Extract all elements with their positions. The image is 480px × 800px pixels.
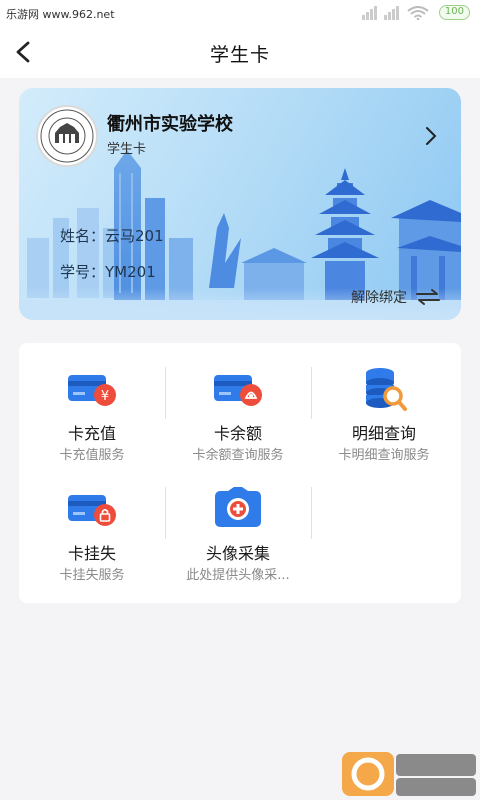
detail-query-icon bbox=[366, 368, 407, 411]
service-subtitle: 卡充值服务 bbox=[59, 448, 125, 463]
swap-arrows-icon bbox=[416, 289, 440, 305]
name-label: 姓名： bbox=[60, 227, 106, 245]
card-recharge-icon: ¥ bbox=[68, 375, 116, 406]
service-detail-query[interactable]: 明细查询 卡明细查询服务 bbox=[311, 343, 457, 463]
service-subtitle: 卡挂失服务 bbox=[59, 568, 125, 583]
unbind-label: 解除绑定 bbox=[351, 290, 407, 306]
service-label: 卡挂失 bbox=[67, 544, 116, 563]
top-header: 学生卡 bbox=[0, 26, 480, 78]
service-card-lost[interactable]: 卡挂失 卡挂失服务 bbox=[19, 463, 165, 583]
wifi-icon bbox=[407, 5, 430, 20]
battery-badge: 100 bbox=[438, 5, 470, 20]
signal-icon bbox=[361, 5, 399, 20]
school-emblem-logo bbox=[36, 105, 98, 167]
student-card[interactable]: 衢州市实验学校 学生卡 姓名：云马201 学号：YM201 解除绑定 bbox=[19, 88, 461, 320]
svg-text:¥: ¥ bbox=[101, 389, 109, 404]
service-subtitle: 卡明细查询服务 bbox=[338, 448, 430, 463]
name-value: 云马201 bbox=[105, 227, 164, 245]
service-card-recharge[interactable]: ¥ 卡充值 卡充值服务 bbox=[19, 343, 165, 463]
id-label: 学号： bbox=[60, 263, 106, 281]
service-subtitle: 此处提供头像采... bbox=[186, 568, 290, 583]
page-title: 学生卡 bbox=[209, 44, 270, 66]
services-panel: ¥ 卡充值 卡充值服务 卡余额 卡余额查询服务 明细查询 卡明细查询服务 卡挂失… bbox=[19, 343, 461, 603]
status-bar-text: 乐游网 www.962.net bbox=[6, 8, 115, 21]
service-card-balance[interactable]: 卡余额 卡余额查询服务 bbox=[165, 343, 311, 463]
service-subtitle: 卡余额查询服务 bbox=[192, 448, 284, 463]
service-label: 明细查询 bbox=[351, 424, 416, 443]
student-name-field: 姓名：云马201 bbox=[60, 225, 164, 246]
divider bbox=[311, 487, 312, 539]
student-id-field: 学号：YM201 bbox=[60, 261, 156, 282]
card-balance-icon bbox=[214, 375, 262, 406]
status-bar: 乐游网 www.962.net 100 bbox=[0, 0, 480, 26]
service-label: 头像采集 bbox=[205, 544, 270, 563]
962-watermark-logo bbox=[342, 752, 476, 796]
service-avatar-capture[interactable]: 头像采集 此处提供头像采... bbox=[165, 463, 311, 583]
unbind-button[interactable]: 解除绑定 bbox=[351, 286, 441, 308]
chevron-right-icon[interactable] bbox=[421, 124, 441, 148]
id-value: YM201 bbox=[105, 263, 156, 281]
status-icons: 100 bbox=[361, 5, 470, 21]
camera-icon bbox=[215, 487, 261, 527]
service-label: 卡余额 bbox=[213, 424, 262, 443]
card-type-label: 学生卡 bbox=[107, 142, 147, 157]
card-lost-icon bbox=[68, 495, 116, 526]
school-name: 衢州市实验学校 bbox=[107, 114, 233, 135]
service-label: 卡充值 bbox=[67, 424, 116, 443]
